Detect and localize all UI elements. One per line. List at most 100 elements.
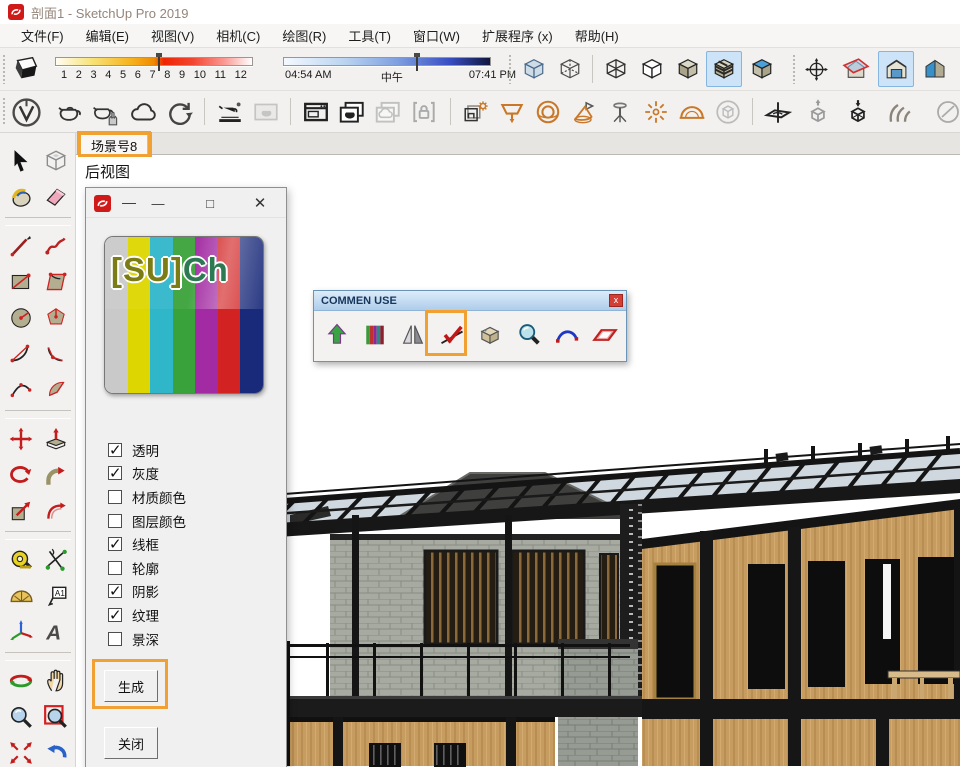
checkbox-row-transparent[interactable]: 透明 xyxy=(108,438,186,462)
style-monochrome-button[interactable] xyxy=(744,51,780,87)
tool-rotate[interactable] xyxy=(3,457,38,493)
vray-infinite-plane-button[interactable] xyxy=(760,94,796,130)
section-cuts-button[interactable] xyxy=(878,51,914,87)
tool-orbit[interactable] xyxy=(3,663,38,699)
axes-compass-button[interactable] xyxy=(798,51,834,87)
checkbox[interactable] xyxy=(108,466,122,480)
tool-axes[interactable] xyxy=(3,614,38,650)
style-hidden-line-button[interactable] xyxy=(634,51,670,87)
vray-cloud-batch-button[interactable] xyxy=(370,94,406,130)
vray-render-button[interactable] xyxy=(52,94,88,130)
tool-text[interactable]: A1 xyxy=(38,578,73,614)
vray-sphere-light-button[interactable] xyxy=(530,94,566,130)
shadow-settings-button[interactable] xyxy=(8,51,44,87)
toolbar-grip[interactable] xyxy=(508,54,512,84)
tool-freehand[interactable] xyxy=(38,228,73,264)
checkbox-row-texture[interactable]: 纹理 xyxy=(108,603,186,627)
section-planes-button[interactable] xyxy=(838,51,874,87)
menu-file[interactable]: 文件(F) xyxy=(10,24,75,47)
checkbox-row-layer-color[interactable]: 图层颜色 xyxy=(108,509,186,533)
scene-tab[interactable]: 场景号8 xyxy=(80,134,148,154)
dialog-close-button[interactable]: ✕ xyxy=(246,192,274,214)
tool-make-component[interactable] xyxy=(38,143,73,179)
tool-protractor[interactable] xyxy=(3,578,38,614)
menu-view[interactable]: 视图(V) xyxy=(140,24,205,47)
cu-weld-button[interactable] xyxy=(435,315,468,355)
checkbox[interactable] xyxy=(108,537,122,551)
cu-box-button[interactable] xyxy=(474,315,507,355)
tool-follow-me[interactable] xyxy=(38,457,73,493)
tool-pan[interactable] xyxy=(38,663,73,699)
menu-extensions[interactable]: 扩展程序 (x) xyxy=(471,24,564,47)
menu-camera[interactable]: 相机(C) xyxy=(205,24,271,47)
vray-mesh-light-button[interactable] xyxy=(710,94,746,130)
vray-dome-light-button[interactable] xyxy=(674,94,710,130)
toolbar-grip[interactable] xyxy=(2,54,6,84)
vray-ies-light-button[interactable] xyxy=(602,94,638,130)
tool-pie[interactable] xyxy=(38,372,73,408)
vray-update-button[interactable] xyxy=(162,94,198,130)
tool-previous[interactable] xyxy=(38,735,73,767)
model-viewport[interactable]: 后视图 xyxy=(76,155,960,767)
checkbox[interactable] xyxy=(108,584,122,598)
tool-zoom-extents[interactable] xyxy=(3,735,38,767)
tool-arc-3point[interactable] xyxy=(3,372,38,408)
cu-bezier-button[interactable] xyxy=(550,315,583,355)
vray-asset-editor-button[interactable] xyxy=(8,94,44,130)
tool-offset[interactable] xyxy=(38,493,73,529)
vray-interactive-render-button[interactable] xyxy=(88,94,124,130)
close-button[interactable]: 关闭 xyxy=(104,727,158,759)
vray-fur-button[interactable] xyxy=(880,94,916,130)
checkbox[interactable] xyxy=(108,561,122,575)
checkbox[interactable] xyxy=(108,514,122,528)
checkbox-row-shadow[interactable]: 阴影 xyxy=(108,580,186,604)
vray-omni-light-button[interactable] xyxy=(638,94,674,130)
tool-3d-text[interactable]: A xyxy=(38,614,73,650)
tool-zoom[interactable] xyxy=(3,699,38,735)
checkbox-row-dof[interactable]: 景深 xyxy=(108,627,186,651)
tool-push-pull[interactable] xyxy=(38,421,73,457)
style-shaded-button[interactable] xyxy=(670,51,706,87)
tool-select[interactable] xyxy=(3,143,38,179)
toolbar-grip[interactable] xyxy=(792,54,796,84)
checkbox-row-grayscale[interactable]: 灰度 xyxy=(108,462,186,486)
style-xray-button[interactable] xyxy=(516,51,552,87)
tool-line[interactable] xyxy=(3,228,38,264)
cu-plane-rect-button[interactable] xyxy=(589,315,622,355)
checkbox[interactable] xyxy=(108,608,122,622)
checkbox[interactable] xyxy=(108,632,122,646)
cu-color-bars-button[interactable] xyxy=(358,315,391,355)
vray-viewport-region-button[interactable] xyxy=(248,94,284,130)
tool-arc-2point[interactable] xyxy=(3,336,38,372)
vray-proxy-export-button[interactable] xyxy=(800,94,836,130)
vray-viewport-render-button[interactable] xyxy=(212,94,248,130)
menu-edit[interactable]: 编辑(E) xyxy=(75,24,140,47)
vray-lock-button[interactable] xyxy=(406,94,442,130)
checkbox-row-outline[interactable]: 轮廓 xyxy=(108,556,186,580)
dialog-title-bar[interactable]: — — □ ✕ xyxy=(86,188,286,218)
dialog-minimize-button[interactable]: — xyxy=(144,192,172,214)
menu-tools[interactable]: 工具(T) xyxy=(337,24,402,47)
menu-window[interactable]: 窗口(W) xyxy=(402,24,471,47)
vray-clipper-button[interactable] xyxy=(932,94,960,130)
cu-up-arrow-button[interactable] xyxy=(320,315,353,355)
checkbox-row-material-color[interactable]: 材质颜色 xyxy=(108,485,186,509)
tool-scale[interactable] xyxy=(3,493,38,529)
commen-use-title-bar[interactable]: COMMEN USE x xyxy=(314,291,626,311)
commen-use-close-button[interactable]: x xyxy=(609,294,623,307)
style-wireframe-button[interactable] xyxy=(598,51,634,87)
time-slider-handle[interactable] xyxy=(416,53,418,71)
vray-batch-render-button[interactable] xyxy=(334,94,370,130)
vray-spot-light-button[interactable] xyxy=(566,94,602,130)
style-shaded-textures-button[interactable] xyxy=(706,51,742,87)
vray-rect-light-button[interactable] xyxy=(494,94,530,130)
menu-help[interactable]: 帮助(H) xyxy=(564,24,630,47)
vray-proxy-import-button[interactable] xyxy=(840,94,876,130)
vray-frame-buffer-button[interactable] xyxy=(298,94,334,130)
cu-lens-button[interactable] xyxy=(512,315,545,355)
tool-rotated-rectangle[interactable] xyxy=(38,264,73,300)
tool-tape-measure[interactable] xyxy=(3,542,38,578)
menu-draw[interactable]: 绘图(R) xyxy=(271,24,337,47)
shadow-time-slider[interactable] xyxy=(283,57,491,66)
tool-eraser[interactable] xyxy=(38,179,73,215)
